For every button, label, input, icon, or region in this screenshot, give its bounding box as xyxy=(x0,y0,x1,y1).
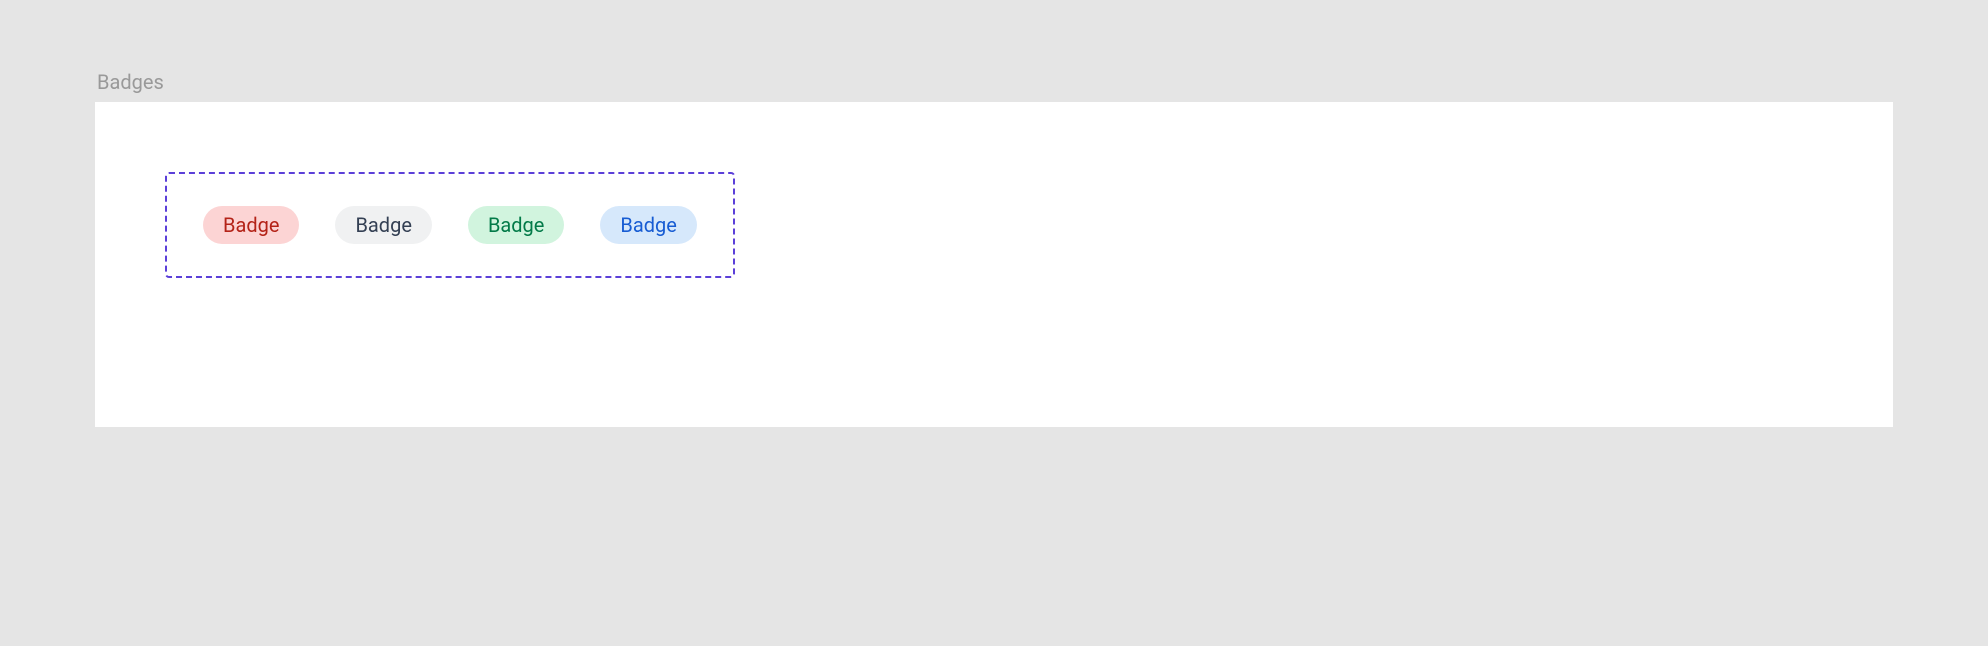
badge-red[interactable]: Badge xyxy=(203,206,299,244)
design-canvas[interactable]: Badge Badge Badge Badge xyxy=(95,102,1893,427)
selection-bounding-box[interactable]: Badge Badge Badge Badge xyxy=(165,172,735,278)
badge-green[interactable]: Badge xyxy=(468,206,564,244)
section-title: Badges xyxy=(95,70,1893,94)
badge-blue[interactable]: Badge xyxy=(600,206,696,244)
badge-gray[interactable]: Badge xyxy=(335,206,431,244)
